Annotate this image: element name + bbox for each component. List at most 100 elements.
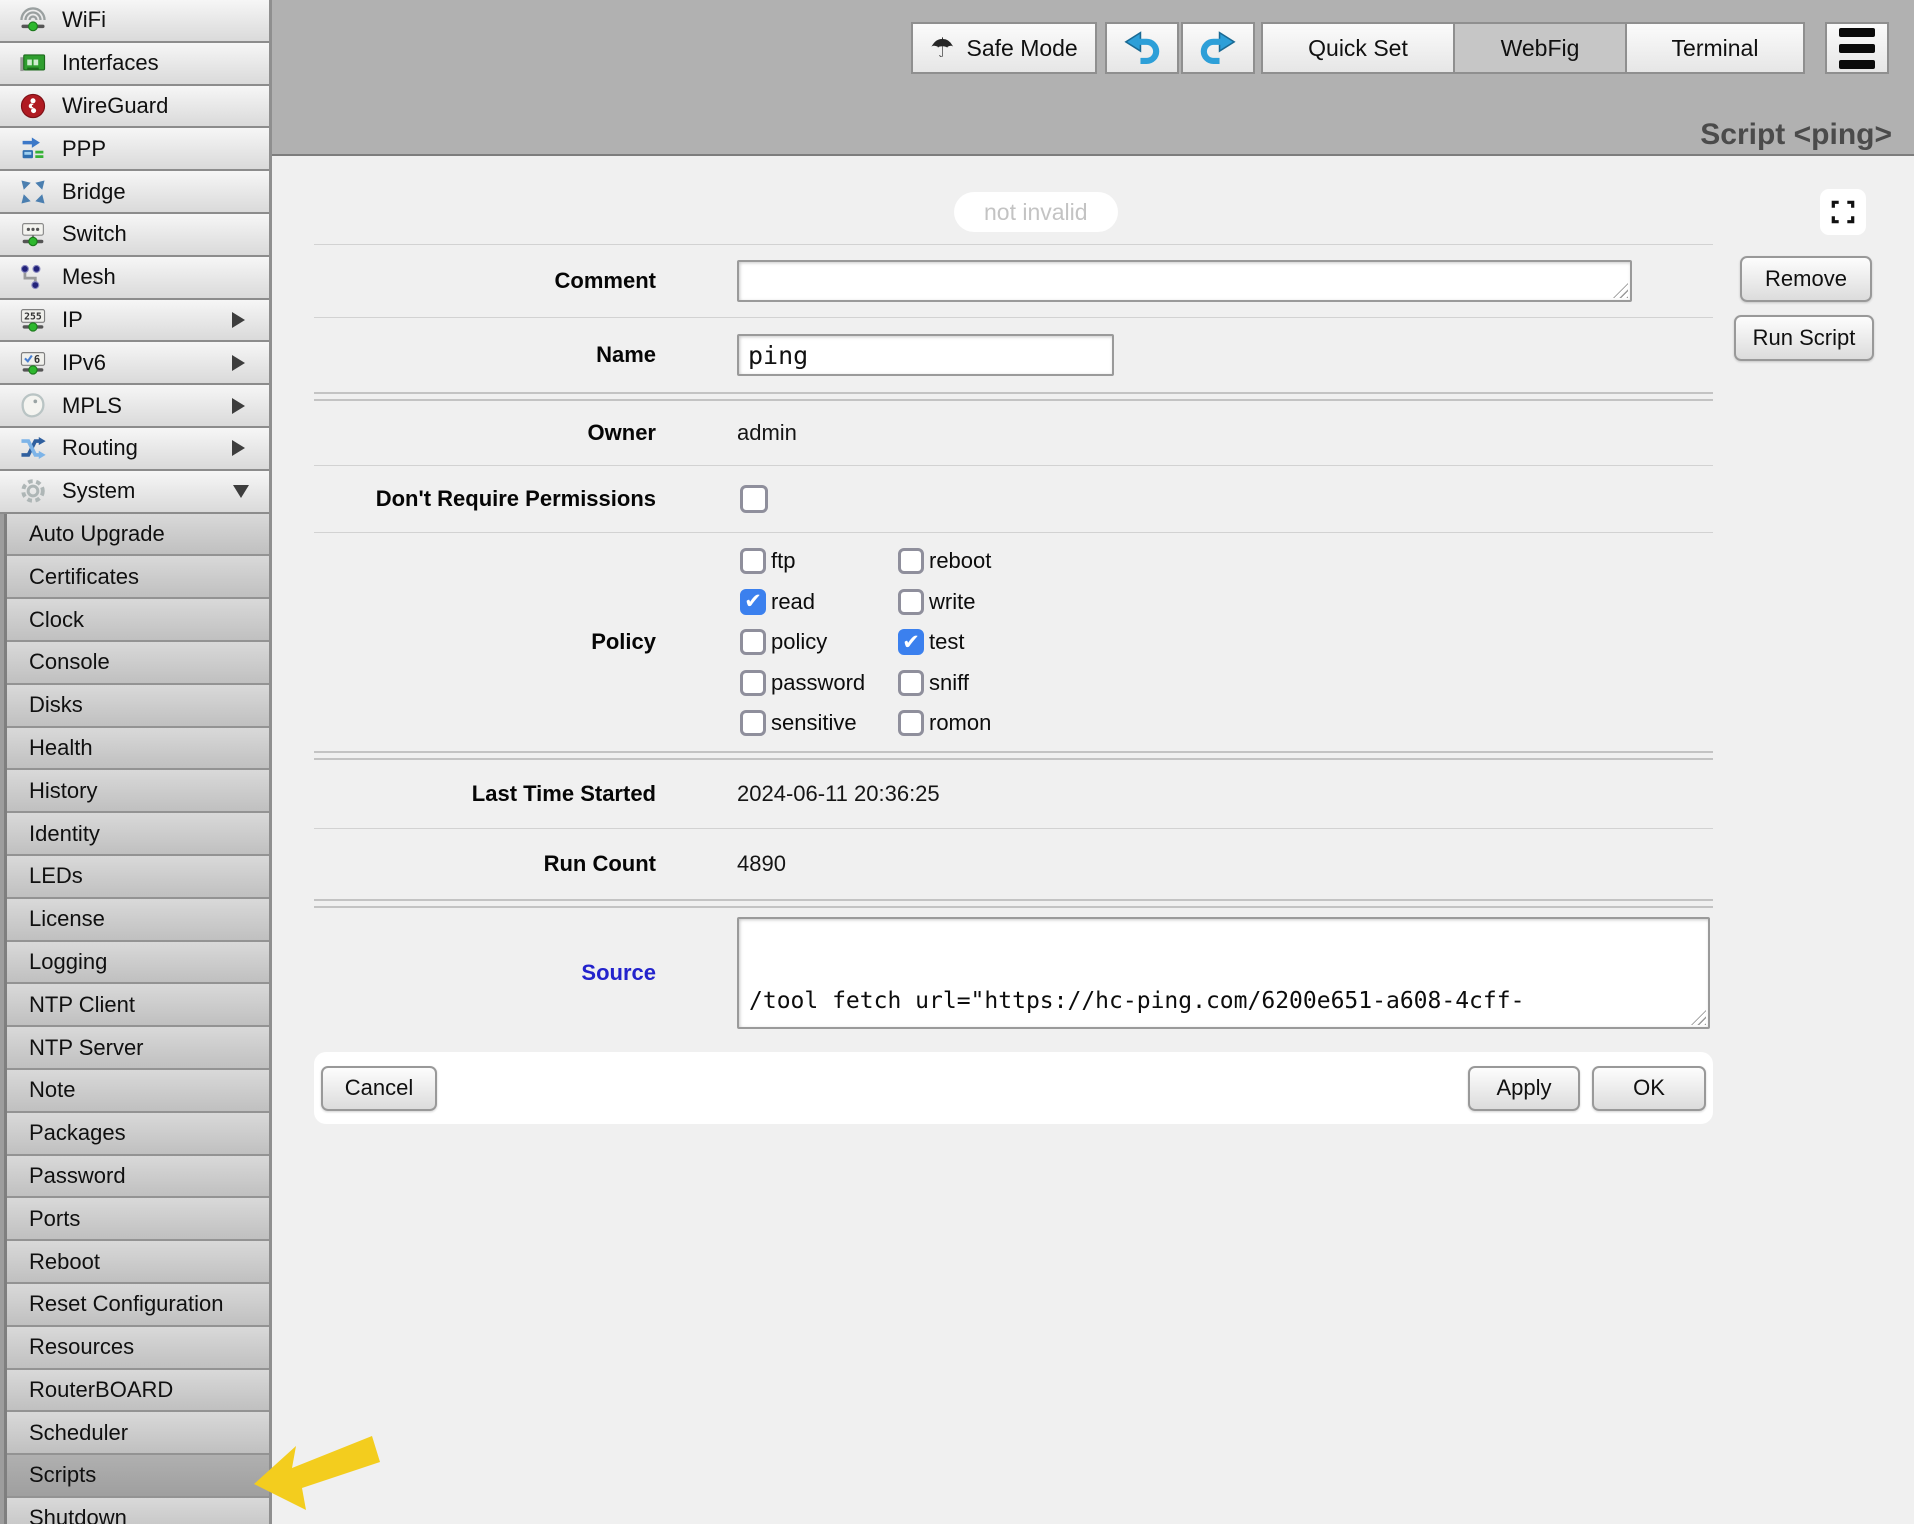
comment-textarea[interactable] [737,260,1632,302]
fullscreen-button[interactable] [1820,189,1866,235]
terminal-tab[interactable]: Terminal [1627,22,1805,74]
sidebar-item-scheduler[interactable]: Scheduler [7,1412,269,1455]
sidebar-item-license[interactable]: License [7,899,269,942]
sidebar-item-mpls[interactable]: MPLS [0,385,269,428]
sidebar-item-health[interactable]: Health [7,728,269,771]
ok-button[interactable]: OK [1592,1066,1706,1111]
policy-write-checkbox[interactable]: ✔ [898,589,924,615]
policy-sniff-checkbox[interactable]: ✔ [898,670,924,696]
policy-label: Policy [314,629,737,655]
webfig-label: WebFig [1501,35,1580,62]
sidebar-item-ipv6[interactable]: 6 IPv6 [0,342,269,385]
sidebar-item-identity[interactable]: Identity [7,813,269,856]
quick-set-tab[interactable]: Quick Set [1261,22,1455,74]
sidebar-item-packages[interactable]: Packages [7,1113,269,1156]
system-submenu: Auto Upgrade Certificates Clock Console … [4,514,269,1524]
sidebar-item-logging[interactable]: Logging [7,942,269,985]
sidebar-item-wireguard[interactable]: WireGuard [0,86,269,129]
dont-require-permissions-label: Don't Require Permissions [314,486,737,512]
sub-item-label: Certificates [29,564,139,590]
sub-item-label: History [29,778,97,804]
policy-policy-checkbox[interactable]: ✔ [740,629,766,655]
sidebar-item-ppp[interactable]: PPP [0,128,269,171]
sidebar-item-auto-upgrade[interactable]: Auto Upgrade [7,514,269,557]
sidebar-item-leds[interactable]: LEDs [7,856,269,899]
policy-item: ✔ policy [740,622,898,663]
policy-item: ✔ password [740,662,898,703]
webfig-tab[interactable]: WebFig [1455,22,1627,74]
sidebar-item-interfaces[interactable]: Interfaces [0,43,269,86]
sidebar-item-bridge[interactable]: Bridge [0,171,269,214]
sidebar-item-clock[interactable]: Clock [7,599,269,642]
name-input[interactable] [737,334,1114,376]
sub-item-label: Ports [29,1206,80,1232]
policy-test-checkbox[interactable]: ✔ [898,629,924,655]
sidebar-item-reboot[interactable]: Reboot [7,1241,269,1284]
sub-item-label: NTP Client [29,992,135,1018]
sidebar-item-label: MPLS [62,393,122,419]
policy-sensitive-checkbox[interactable]: ✔ [740,710,766,736]
top-header: ☂ Safe Mode Quick Set WebFig Terminal Sc… [272,0,1914,156]
sidebar-item-ntp-server[interactable]: NTP Server [7,1027,269,1070]
policy-read-checkbox[interactable]: ✔ [740,589,766,615]
sidebar-item-wifi[interactable]: WiFi [0,0,269,43]
sidebar-item-history[interactable]: History [7,770,269,813]
sub-item-label: Scripts [29,1462,96,1488]
sub-item-label: Health [29,735,93,761]
sidebar-item-ports[interactable]: Ports [7,1198,269,1241]
source-label[interactable]: Source [314,960,737,986]
sub-item-label: Packages [29,1120,126,1146]
policy-ftp-checkbox[interactable]: ✔ [740,548,766,574]
sidebar-item-note[interactable]: Note [7,1070,269,1113]
sub-item-label: Note [29,1077,75,1103]
sub-item-label: Reboot [29,1249,100,1275]
policy-password-checkbox[interactable]: ✔ [740,670,766,696]
policy-reboot-checkbox[interactable]: ✔ [898,548,924,574]
source-textarea[interactable]: /tool fetch url="https://hc-ping.com/620… [737,917,1710,1029]
policy-item-label: reboot [929,548,991,574]
safe-mode-button[interactable]: ☂ Safe Mode [911,22,1097,74]
policy-romon-checkbox[interactable]: ✔ [898,710,924,736]
wireguard-icon [16,91,50,121]
cancel-button[interactable]: Cancel [321,1066,437,1111]
sub-item-label: NTP Server [29,1035,144,1061]
run-script-button[interactable]: Run Script [1734,315,1874,361]
mesh-icon [16,262,50,292]
comment-row: Comment [314,245,1713,317]
sidebar-item-mesh[interactable]: Mesh [0,257,269,300]
menu-button[interactable] [1825,22,1889,74]
sidebar-item-routing[interactable]: Routing [0,428,269,471]
sidebar-item-certificates[interactable]: Certificates [7,556,269,599]
sidebar-item-switch[interactable]: Switch [0,214,269,257]
sidebar-item-routerboard[interactable]: RouterBOARD [7,1370,269,1413]
sidebar-item-scripts[interactable]: Scripts [7,1455,269,1498]
sidebar-item-ntp-client[interactable]: NTP Client [7,984,269,1027]
ppp-icon [16,134,50,164]
source-line: /tool fetch url="https://hc-ping.com/620… [749,986,1698,1017]
submenu-arrow-icon [232,355,245,371]
sidebar-item-reset-configuration[interactable]: Reset Configuration [7,1284,269,1327]
remove-button[interactable]: Remove [1740,256,1872,302]
policy-item-label: read [771,589,815,615]
gear-icon [16,476,50,506]
page-title: Script <ping> [1700,118,1892,152]
sidebar-item-console[interactable]: Console [7,642,269,685]
sub-item-label: Reset Configuration [29,1291,223,1317]
sidebar-item-disks[interactable]: Disks [7,685,269,728]
sidebar-item-system[interactable]: System [0,471,269,514]
sidebar-item-label: Routing [62,435,138,461]
undo-button[interactable] [1105,22,1179,74]
sub-item-label: Scheduler [29,1420,128,1446]
dont-require-permissions-checkbox[interactable]: ✔ [740,485,768,513]
sidebar-item-label: Mesh [62,264,116,290]
sidebar-item-resources[interactable]: Resources [7,1327,269,1370]
sidebar-item-shutdown[interactable]: Shutdown [7,1498,269,1524]
last-time-started-label: Last Time Started [314,781,737,807]
policy-item-label: write [929,589,975,615]
policy-item: ✔ read [740,581,898,622]
apply-button[interactable]: Apply [1468,1066,1580,1111]
resize-handle-icon[interactable] [1613,283,1628,298]
redo-button[interactable] [1181,22,1255,74]
sidebar-item-ip[interactable]: 255 IP [0,300,269,343]
sidebar-item-password[interactable]: Password [7,1156,269,1199]
